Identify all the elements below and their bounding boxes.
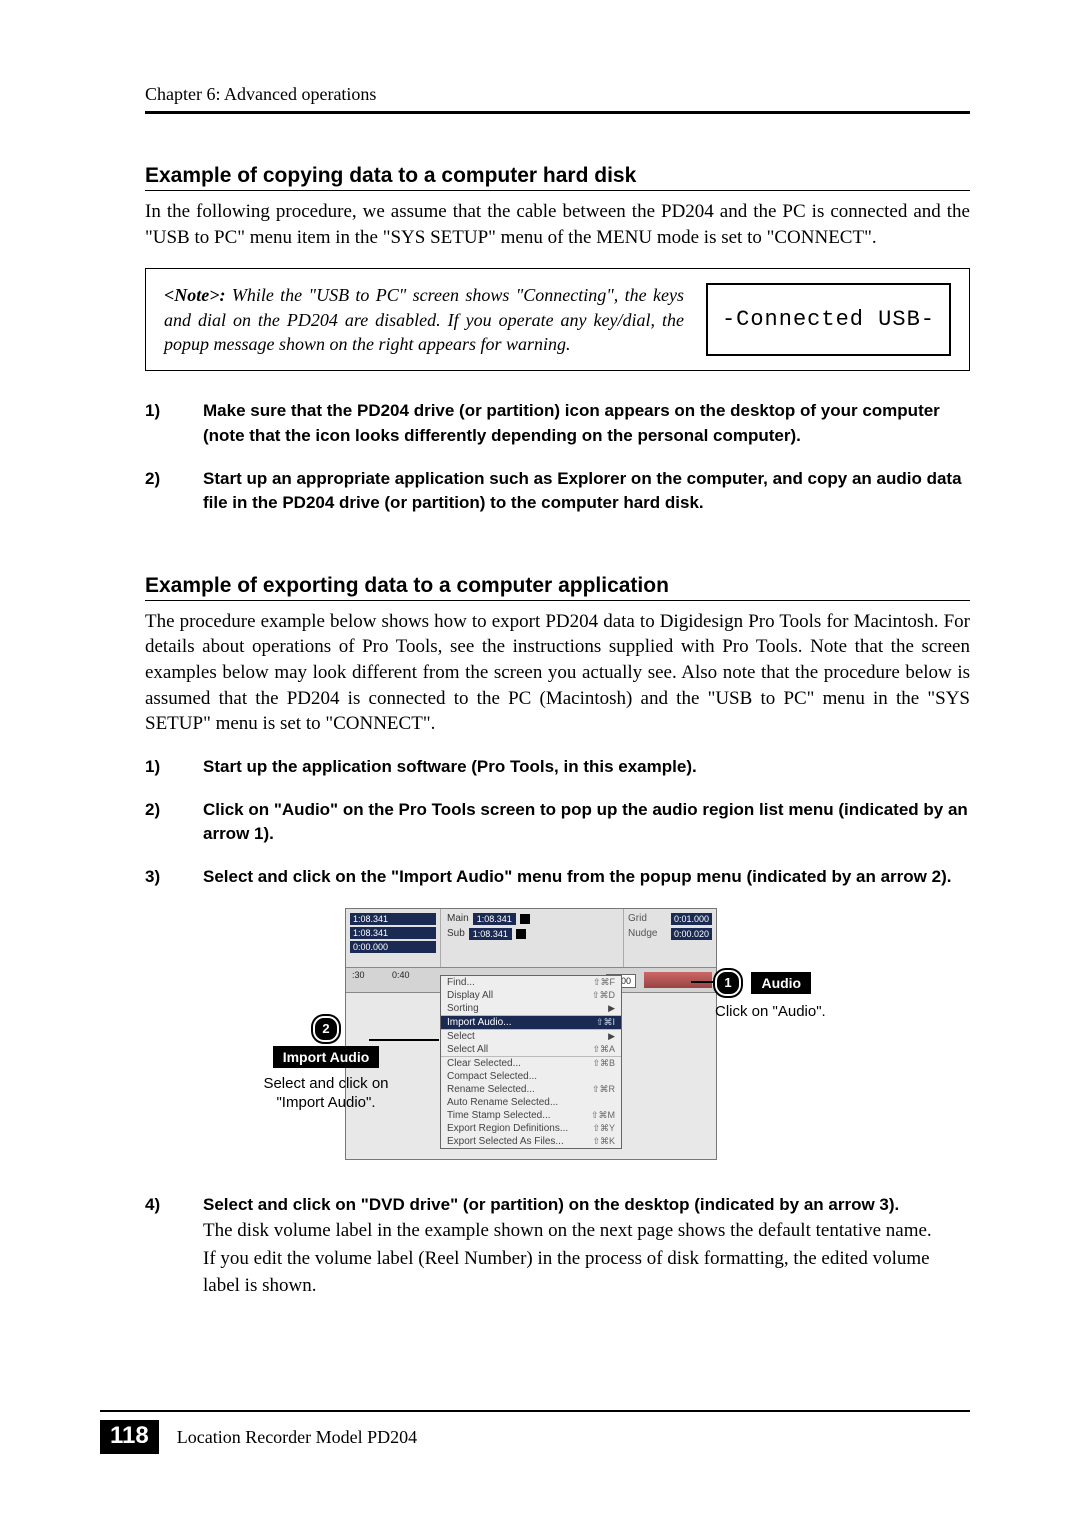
step-lead: Select and click on "DVD drive" (or part… — [203, 1195, 899, 1214]
section2-steps-a: 1) Start up the application software (Pr… — [145, 755, 970, 890]
step-text: Click on "Audio" on the Pro Tools screen… — [203, 800, 968, 844]
step-follow: If you edit the volume label (Reel Numbe… — [203, 1248, 930, 1297]
section2-step4: 4) Select and click on "DVD drive" (or p… — [145, 1193, 970, 1300]
step: 2) Click on "Audio" on the Pro Tools scr… — [145, 798, 970, 847]
section2-rule — [145, 600, 970, 601]
menu-item: Clear Selected...⇧⌘B — [441, 1056, 621, 1070]
ruler-mark: :30 — [352, 970, 365, 980]
step-text: Make sure that the PD204 drive (or parti… — [203, 401, 940, 445]
nudge-value: 0:00.020 — [671, 928, 712, 940]
menu-item: Rename Selected...⇧⌘R — [441, 1083, 621, 1096]
dropdown-icon — [520, 914, 530, 924]
menu-item: Export Selected As Files...⇧⌘K — [441, 1135, 621, 1148]
context-menu: Find...⇧⌘FDisplay All⇧⌘DSorting▶Import A… — [440, 975, 622, 1149]
step: 1) Start up the application software (Pr… — [145, 755, 970, 780]
menu-item: Auto Rename Selected... — [441, 1096, 621, 1109]
menu-item: Select▶ — [441, 1029, 621, 1043]
menu-item: Display All⇧⌘D — [441, 989, 621, 1002]
step: 2) Start up an appropriate application s… — [145, 467, 970, 516]
step-text: Select and click on the "Import Audio" m… — [203, 867, 951, 886]
step-number: 4) — [145, 1193, 203, 1300]
callout-import: 2 Import Audio Select and click on "Impo… — [241, 1016, 411, 1113]
running-head: Chapter 6: Advanced operations — [145, 84, 970, 105]
footer-text: Location Recorder Model PD204 — [177, 1427, 417, 1448]
time-box: 1:08.341 1:08.341 0:00.000 — [346, 909, 441, 967]
note-body: While the "USB to PC" screen shows "Conn… — [164, 285, 684, 354]
section1-intro: In the following procedure, we assume th… — [145, 199, 970, 250]
menu-item: Time Stamp Selected...⇧⌘M — [441, 1109, 621, 1122]
menu-item: Export Region Definitions...⇧⌘Y — [441, 1122, 621, 1135]
sub-value: 1:08.341 — [469, 928, 512, 940]
note-label: <Note>: — [164, 285, 226, 305]
callout-audio-caption: Click on "Audio". — [715, 1002, 915, 1022]
waveform-icon — [644, 972, 712, 988]
section2-intro: The procedure example below shows how to… — [145, 609, 970, 737]
menu-item: Select All⇧⌘A — [441, 1043, 621, 1056]
page-number: 118 — [100, 1420, 159, 1454]
section2-title: Example of exporting data to a computer … — [145, 574, 970, 598]
head-rule — [145, 111, 970, 114]
menu-item: Import Audio...⇧⌘I — [441, 1015, 621, 1029]
sub-label: Sub — [447, 928, 465, 939]
step-number: 1) — [145, 399, 203, 448]
step: 4) Select and click on "DVD drive" (or p… — [145, 1193, 970, 1300]
section1-title: Example of copying data to a computer ha… — [145, 164, 970, 188]
menu-item: Sorting▶ — [441, 1002, 621, 1015]
main-value: 1:08.341 — [473, 913, 516, 925]
section1-steps: 1) Make sure that the PD204 drive (or pa… — [145, 399, 970, 516]
step-number: 1) — [145, 755, 203, 780]
time-cell: 0:00.000 — [350, 941, 436, 953]
callout-audio: 1 Audio Click on "Audio". — [715, 970, 915, 1022]
time-cell: 1:08.341 — [350, 913, 436, 925]
menu-item: Find...⇧⌘F — [441, 976, 621, 989]
badge-2: 2 — [313, 1016, 339, 1042]
footer: 118 Location Recorder Model PD204 — [100, 1410, 970, 1454]
menu-item: Compact Selected... — [441, 1070, 621, 1083]
footer-rule — [100, 1410, 970, 1412]
step: 1) Make sure that the PD204 drive (or pa… — [145, 399, 970, 448]
nudge-label: Nudge — [628, 928, 657, 940]
time-cell: 1:08.341 — [350, 927, 436, 939]
step-follow: The disk volume label in the example sho… — [203, 1220, 932, 1241]
dropdown-icon — [516, 929, 526, 939]
main-label: Main — [447, 913, 469, 924]
ruler-mark: 0:40 — [392, 970, 410, 980]
step-text: Start up the application software (Pro T… — [203, 757, 697, 776]
step: 3) Select and click on the "Import Audio… — [145, 865, 970, 890]
note-text: <Note>: While the "USB to PC" screen sho… — [164, 283, 684, 356]
step-number: 2) — [145, 798, 203, 847]
note-box: <Note>: While the "USB to PC" screen sho… — [145, 268, 970, 371]
section1-rule — [145, 190, 970, 191]
step-number: 3) — [145, 865, 203, 890]
step-number: 2) — [145, 467, 203, 516]
badge-1: 1 — [715, 970, 741, 996]
lcd-display: -Connected USB- — [706, 283, 951, 356]
grid-value: 0:01.000 — [671, 913, 712, 925]
figure: 1:08.341 1:08.341 0:00.000 Main 1:08.341 … — [145, 908, 970, 1163]
audio-pill: Audio — [751, 972, 811, 994]
import-pill: Import Audio — [273, 1046, 380, 1068]
step-text: Start up an appropriate application such… — [203, 469, 962, 513]
grid-label: Grid — [628, 913, 647, 925]
callout-import-caption: Select and click on "Import Audio". — [241, 1074, 411, 1113]
